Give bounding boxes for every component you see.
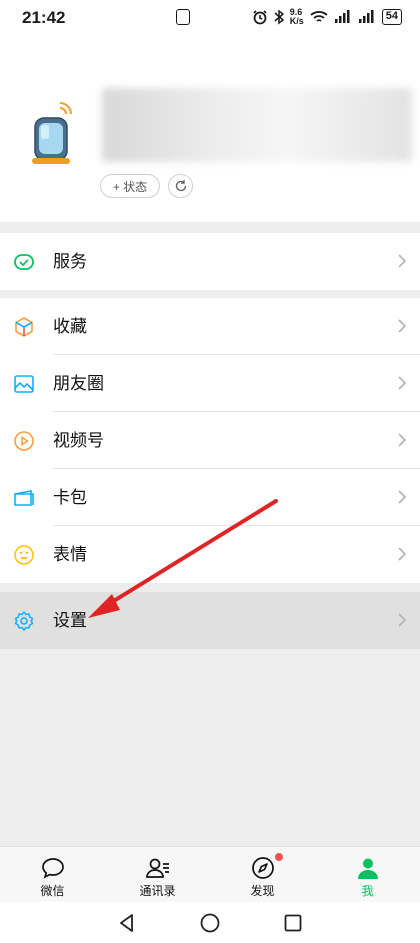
tab-contacts[interactable]: 通讯录 <box>105 847 210 902</box>
bottom-tab-bar: 微信 通讯录 发现 我 <box>0 846 420 902</box>
tab-label: 通讯录 <box>139 884 176 898</box>
alarm-icon <box>253 10 267 25</box>
menu-label: 收藏 <box>53 317 87 336</box>
chat-bubble-icon <box>41 858 64 879</box>
menu-item-moments[interactable]: 朋友圈 <box>0 355 420 412</box>
menu-label: 朋友圈 <box>53 374 104 393</box>
channels-play-icon <box>14 431 34 451</box>
notification-dot <box>275 853 283 861</box>
menu-label: 视频号 <box>53 431 104 450</box>
menu-label: 服务 <box>53 252 87 271</box>
favorites-cube-icon <box>15 317 33 337</box>
profile-header[interactable]: + 状态 <box>0 36 420 222</box>
chevron-right-icon <box>398 490 407 504</box>
avatar[interactable] <box>30 100 76 186</box>
menu-item-services[interactable]: 服务 <box>0 233 420 290</box>
wallet-check-icon <box>14 254 34 270</box>
tab-label: 微信 <box>40 884 65 898</box>
menu-label: 设置 <box>53 611 87 630</box>
chevron-right-icon <box>398 254 407 268</box>
system-navigation-bar <box>0 902 420 943</box>
bluetooth-icon <box>274 9 284 25</box>
menu-group-main: 收藏 朋友圈 视频号 卡包 表情 <box>0 298 420 583</box>
recents-icon[interactable] <box>283 913 303 933</box>
menu-group-services: 服务 <box>0 233 420 290</box>
refresh-status-button[interactable] <box>168 174 193 198</box>
menu-item-card-wallet[interactable]: 卡包 <box>0 469 420 526</box>
moments-photo-icon <box>14 375 34 393</box>
emoji-smile-icon <box>14 545 34 565</box>
signal-icon <box>358 10 374 23</box>
menu-item-stickers[interactable]: 表情 <box>0 526 420 583</box>
chevron-right-icon <box>398 433 407 447</box>
tab-chats[interactable]: 微信 <box>0 847 105 902</box>
chevron-right-icon <box>398 547 407 561</box>
chevron-right-icon <box>398 376 407 390</box>
card-wallet-icon <box>14 490 34 506</box>
tab-me[interactable]: 我 <box>315 847 420 902</box>
home-icon[interactable] <box>199 912 221 934</box>
person-icon <box>357 858 378 879</box>
net-speed: 9.6 K/s <box>289 7 304 26</box>
wifi-icon <box>310 11 328 22</box>
compass-icon <box>251 857 274 879</box>
add-status-button[interactable]: + 状态 <box>100 174 160 198</box>
nfc-icon <box>176 9 190 25</box>
menu-label: 表情 <box>53 545 87 564</box>
gear-icon <box>14 611 34 631</box>
menu-item-favorites[interactable]: 收藏 <box>0 298 420 355</box>
tab-discover[interactable]: 发现 <box>210 847 315 902</box>
refresh-icon <box>175 180 186 192</box>
battery-indicator: 54 <box>381 9 402 25</box>
status-time: 21:42 <box>22 8 66 27</box>
chevron-right-icon <box>398 319 407 333</box>
back-icon[interactable] <box>117 913 137 933</box>
signal-icon <box>334 10 350 23</box>
status-bar: 21:42 9.6 K/s 54 <box>0 0 420 36</box>
tab-label: 发现 <box>250 884 275 898</box>
menu-item-settings[interactable]: 设置 <box>0 592 420 649</box>
menu-group-settings: 设置 <box>0 592 420 649</box>
menu-label: 卡包 <box>53 488 87 507</box>
profile-name-obscured <box>102 88 412 162</box>
contacts-icon <box>145 858 169 878</box>
tab-label: 我 <box>361 884 374 898</box>
menu-item-channels[interactable]: 视频号 <box>0 412 420 469</box>
status-indicators: 9.6 K/s 54 <box>252 8 402 26</box>
chevron-right-icon <box>398 613 407 627</box>
